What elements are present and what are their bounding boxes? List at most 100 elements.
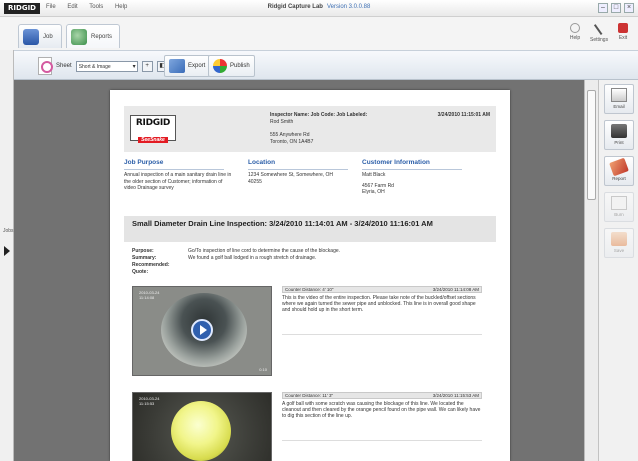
report-toolbar: Sheet Short & Image + ◧ Export Publish	[14, 50, 638, 80]
help-tool[interactable]: Help	[566, 23, 584, 43]
brand-sub: SeeSnake	[138, 137, 168, 143]
counter-distance: Counter Distance: 11' 3"	[285, 393, 334, 398]
burn-label: Burn	[614, 212, 624, 217]
help-tool-label: Help	[569, 35, 581, 41]
window-title: Ridgid Capture Lab Version 3.0.0.88	[0, 4, 638, 10]
side-panel-collapsed[interactable]: Jobs	[0, 50, 14, 461]
title-bar: RIDGID File Edit Tools Help Ridgid Captu…	[0, 0, 638, 17]
report-viewer[interactable]: RIDGID SeeSnake Inspector Name: Job Code…	[14, 80, 584, 461]
top-tools: Help Settings Exit	[566, 22, 632, 43]
job-purpose-block: Job Purpose Annual inspection of a main …	[124, 159, 234, 192]
exit-icon	[618, 23, 628, 33]
report-sheet-icon	[38, 57, 53, 75]
expand-arrow-icon[interactable]	[4, 246, 10, 256]
customer-block: Customer Information Matt Black 4567 Far…	[362, 159, 482, 196]
report-header: RIDGID SeeSnake Inspector Name: Job Code…	[124, 106, 496, 152]
export-label: Export	[188, 63, 206, 69]
customer-address-2: Elyria, OH	[362, 189, 385, 196]
location-heading: Location	[248, 159, 276, 166]
entry-note-text: A golf ball with some scratch was causin…	[282, 401, 482, 441]
eraser-icon	[609, 157, 629, 177]
vertical-scrollbar[interactable]	[584, 80, 598, 461]
company-address-2: Toronto, ON 1A4B7	[270, 139, 314, 145]
meta-purpose: Purpose: Go/To inspection of line cord to…	[132, 248, 340, 255]
sheet-select[interactable]: Short & Image	[75, 60, 138, 72]
printer-icon	[611, 124, 627, 138]
print-label: Print	[614, 140, 624, 145]
right-tool-panel: Email Print Report Burn Save	[598, 80, 638, 461]
meta-summary: Summary: We found a golf ball lodged in a…	[132, 255, 340, 262]
location-text: 1234 Somewhere St, Somewhere, OH 40255	[248, 172, 334, 185]
ridgid-logo: RIDGID SeeSnake	[130, 115, 176, 143]
divider	[248, 169, 348, 171]
maximize-button[interactable]: □	[611, 3, 621, 13]
sheet-label: Sheet	[56, 63, 72, 69]
minimize-button[interactable]: –	[598, 3, 608, 13]
help-icon	[570, 23, 580, 33]
print-button[interactable]: Print	[604, 120, 634, 150]
brand-name: RIDGID	[135, 118, 171, 128]
divider	[362, 169, 462, 171]
app-title: Ridgid Capture Lab	[267, 4, 323, 10]
exit-tool-label: Exit	[618, 35, 628, 41]
meta-value: Go/To inspection of line cord to determi…	[188, 248, 341, 254]
inspector-name: Rod Smith	[270, 119, 294, 125]
settings-tool-label: Settings	[590, 37, 609, 43]
play-icon[interactable]	[191, 319, 213, 341]
stamp-time: 11:15:53	[139, 401, 155, 406]
inspector-line: Inspector Name: Job Code: Job Labeled:	[270, 112, 368, 118]
meta-recommended: Recommended:	[132, 262, 340, 269]
sheet-add-button[interactable]: +	[141, 60, 153, 72]
report-page: RIDGID SeeSnake Inspector Name: Job Code…	[110, 90, 510, 461]
job-purpose-text: Annual inspection of a main sanitary dra…	[124, 172, 232, 192]
customer-heading: Customer Information	[362, 159, 430, 166]
publish-button[interactable]: Publish	[208, 55, 255, 77]
report-button[interactable]: Report	[604, 156, 634, 186]
job-purpose-heading: Job Purpose	[124, 159, 164, 166]
tab-job[interactable]: Job	[18, 24, 62, 48]
entry-time: 3/24/2010 11:15:53 AM	[432, 393, 479, 398]
scrollbar-thumb[interactable]	[587, 90, 596, 200]
email-label: Email	[613, 104, 625, 109]
publish-icon	[213, 59, 227, 73]
inspection-image-thumbnail[interactable]: 2010-03-24 11:15:53	[132, 392, 272, 461]
burn-button[interactable]: Burn	[604, 192, 634, 222]
disc-icon	[611, 196, 627, 210]
divider	[124, 169, 224, 171]
save-button[interactable]: Save	[604, 228, 634, 258]
app-window: RIDGID File Edit Tools Help Ridgid Captu…	[0, 0, 638, 461]
entry-note-header: Counter Distance: 4' 10" 3/24/2010 11:14:…	[282, 286, 482, 293]
tab-reports[interactable]: Reports	[66, 24, 120, 48]
meta-quote: Quote:	[132, 269, 340, 276]
meta-key: Summary:	[132, 255, 157, 261]
exit-tool[interactable]: Exit	[614, 23, 632, 43]
publish-group: Publish	[208, 55, 255, 77]
inspection-video-thumbnail[interactable]: 2010-03-24 11:14:08 0.10	[132, 286, 272, 376]
export-button[interactable]: Export	[164, 55, 211, 77]
window-controls: – □ ×	[598, 3, 634, 13]
app-version: Version 3.0.0.88	[326, 4, 371, 10]
location-block: Location 1234 Somewhere St, Somewhere, O…	[248, 159, 348, 185]
save-icon	[611, 232, 627, 246]
close-button[interactable]: ×	[624, 3, 634, 13]
email-icon	[611, 88, 627, 102]
sheet-group: Sheet Short & Image + ◧	[38, 55, 168, 77]
company-address-1: 555 Anywhere Rd	[270, 132, 310, 138]
stamp-distance: 0.10	[259, 367, 267, 372]
inspection-title: Small Diameter Drain Line Inspection: 3/…	[124, 216, 496, 242]
save-label: Save	[613, 248, 625, 253]
golf-ball-image	[171, 401, 231, 461]
inspection-meta: Purpose: Go/To inspection of line cord to…	[132, 248, 340, 276]
video-stamp: 2010-03-24 11:14:08	[139, 290, 159, 300]
entry-note-2: Counter Distance: 11' 3" 3/24/2010 11:15:…	[282, 392, 482, 441]
stamp-time: 11:14:08	[139, 295, 155, 300]
entry-note-1: Counter Distance: 4' 10" 3/24/2010 11:14:…	[282, 286, 482, 335]
settings-tool[interactable]: Settings	[590, 22, 609, 43]
meta-value: We found a golf ball lodged in a rough s…	[188, 255, 317, 261]
side-panel-label: Jobs	[3, 228, 14, 234]
wrench-icon	[593, 22, 605, 36]
tab-bar: Job Reports Help Settings Exit	[0, 17, 638, 50]
tab-reports-label: Reports	[91, 33, 113, 40]
meta-key: Recommended:	[132, 262, 170, 268]
email-button[interactable]: Email	[604, 84, 634, 114]
